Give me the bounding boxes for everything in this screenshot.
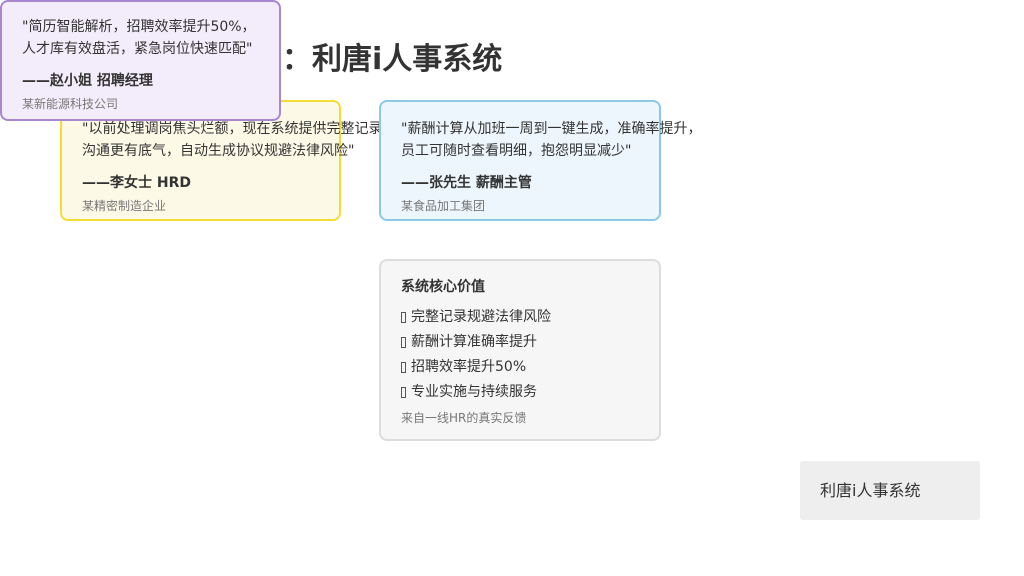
testimonial-company: 某新能源科技公司 (22, 97, 119, 111)
testimonial-quote: "以前处理调岗焦头烂额，现在系统提供完整记录 沟通更有底气，自动生成协议规避法律… (82, 118, 382, 162)
quote-line: "薪酬计算从加班一周到一键生成，准确率提升， (401, 121, 702, 137)
testimonial-author: ——赵小姐 招聘经理 (22, 73, 153, 89)
core-value-item-label: 招聘效率提升50% (411, 359, 527, 375)
bullet-icon (401, 387, 406, 398)
core-value-footnote: 来自一线HR的真实反馈 (401, 411, 527, 425)
quote-line: 沟通更有底气，自动生成协议规避法律风险" (82, 143, 355, 159)
testimonial-company: 某食品加工集团 (401, 199, 486, 213)
quote-line: "以前处理调岗焦头烂额，现在系统提供完整记录 (82, 121, 382, 137)
core-value-title: 系统核心价值 (401, 279, 485, 295)
testimonial-card-zhao: "简历智能解析，招聘效率提升50%， 人才库有效盘活，紧急岗位快速匹配" ——赵… (0, 0, 281, 121)
quote-line: 员工可随时查看明细，抱怨明显减少" (401, 143, 632, 159)
testimonial-company: 某精密制造企业 (82, 199, 167, 213)
quote-line: "简历智能解析，招聘效率提升50%， (22, 19, 256, 35)
bullet-icon (401, 362, 406, 373)
testimonial-author: ——李女士 HRD (82, 175, 191, 191)
core-value-card: 系统核心价值 完整记录规避法律风险 薪酬计算准确率提升 招聘效率提升50% 专业… (379, 259, 661, 441)
app-name-tag[interactable]: 利唐i人事系统 (800, 461, 980, 520)
testimonial-quote: "简历智能解析，招聘效率提升50%， 人才库有效盘活，紧急岗位快速匹配" (22, 16, 259, 60)
core-value-list: 完整记录规避法律风险 薪酬计算准确率提升 招聘效率提升50% 专业实施与持续服务 (401, 305, 639, 405)
quote-line: 人才库有效盘活，紧急岗位快速匹配" (22, 41, 253, 57)
testimonial-card-zhang: "薪酬计算从加班一周到一键生成，准确率提升， 员工可随时查看明细，抱怨明显减少"… (379, 100, 701, 221)
core-value-item: 专业实施与持续服务 (401, 380, 639, 405)
core-value-item: 完整记录规避法律风险 (401, 305, 639, 330)
bullet-icon (401, 337, 406, 348)
core-value-item: 招聘效率提升50% (401, 355, 639, 380)
page-title: ：利唐i人事系统 (282, 42, 503, 77)
testimonial-quote: "薪酬计算从加班一周到一键生成，准确率提升， 员工可随时查看明细，抱怨明显减少" (401, 118, 701, 162)
core-value-item-label: 专业实施与持续服务 (411, 384, 537, 400)
core-value-item: 薪酬计算准确率提升 (401, 330, 639, 355)
core-value-item-label: 薪酬计算准确率提升 (411, 334, 537, 350)
core-value-item-label: 完整记录规避法律风险 (411, 309, 551, 325)
testimonial-author: ——张先生 薪酬主管 (401, 175, 532, 191)
bullet-icon (401, 312, 406, 323)
